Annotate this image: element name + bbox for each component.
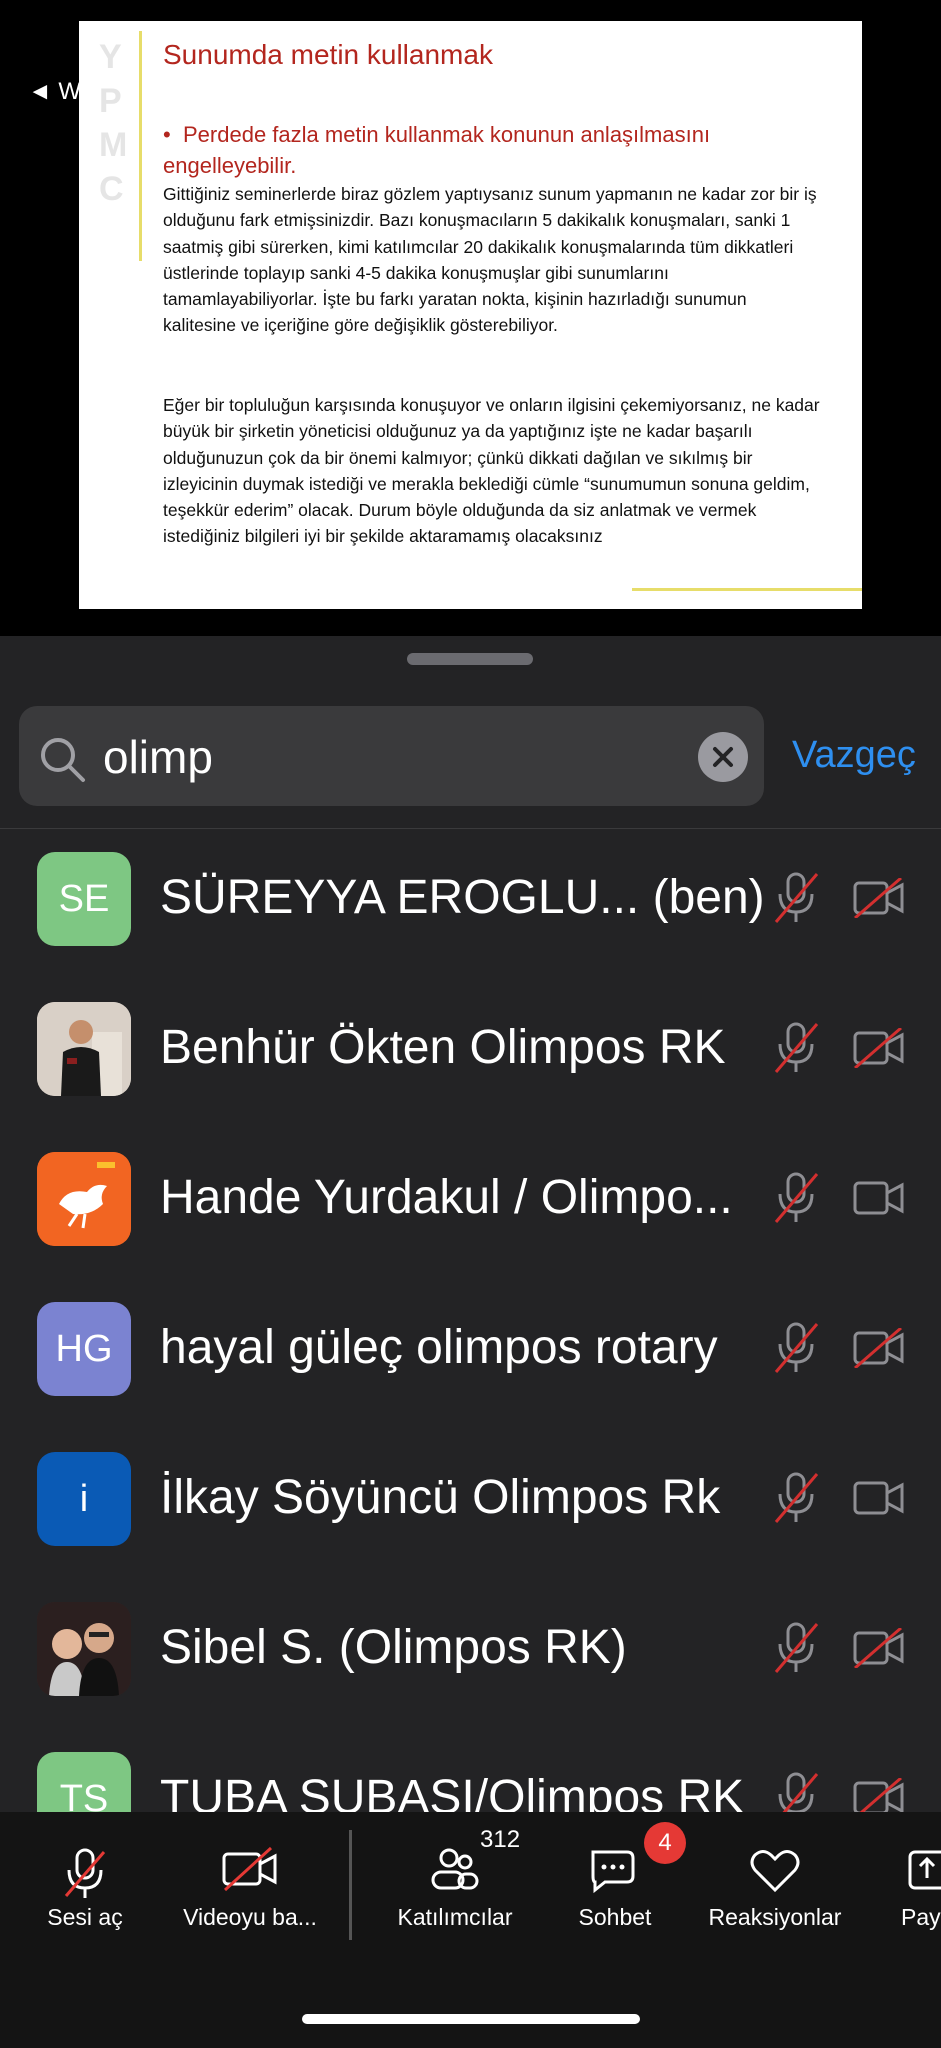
mic-muted-icon[interactable] xyxy=(773,1320,819,1376)
mic-muted-icon[interactable] xyxy=(773,1470,819,1526)
close-icon xyxy=(713,747,733,767)
video-icon[interactable] xyxy=(853,1178,905,1218)
shared-screen: Y P M C Sunumda metin kullanmak • Perdede… xyxy=(0,0,941,636)
reactions-label: Reaksiyonlar xyxy=(708,1904,842,1930)
video-off-icon[interactable] xyxy=(853,878,905,918)
heart-icon xyxy=(750,1850,800,1893)
participant-name: hayal güleç olimpos rotary xyxy=(160,1321,718,1374)
avatar-initials: SE xyxy=(58,877,110,920)
search-field[interactable] xyxy=(19,706,764,806)
slide-accent-line xyxy=(139,31,142,261)
participant-row[interactable]: HG hayal güleç olimpos rotary xyxy=(0,1280,941,1430)
divider xyxy=(0,828,941,829)
participants-panel: Vazgeç SE SÜREYYA EROGLU... (ben) Benhür… xyxy=(0,636,941,1846)
participant-name: SÜREYYA EROGLU... (ben) xyxy=(160,871,765,924)
share-button[interactable]: Pay xyxy=(895,1812,941,1952)
home-indicator xyxy=(302,2014,640,2024)
participant-row[interactable]: Benhür Ökten Olimpos RK xyxy=(0,980,941,1130)
start-video-label: Videoyu ba... xyxy=(183,1904,317,1930)
search-icon xyxy=(41,738,85,782)
start-video-button[interactable]: Videoyu ba... xyxy=(170,1812,330,1952)
chat-button[interactable]: 4 Sohbet xyxy=(555,1812,686,1952)
dove-logo xyxy=(37,1152,131,1246)
back-to-window-link[interactable]: ◄ W xyxy=(28,78,81,106)
mic-muted-icon[interactable] xyxy=(773,1620,819,1676)
share-label: Pay xyxy=(901,1904,941,1930)
video-off-icon xyxy=(222,1846,277,1892)
avatar-initials: i xyxy=(79,1477,89,1520)
participant-name: Benhür Ökten Olimpos RK xyxy=(160,1021,726,1074)
profile-photo xyxy=(37,1002,131,1096)
meeting-toolbar: Sesi aç Videoyu ba... 312 Katılımcılar 4… xyxy=(0,1812,941,2048)
toolbar-separator xyxy=(349,1830,352,1940)
slide-title: Sunumda metin kullanmak xyxy=(163,39,493,70)
chat-icon xyxy=(591,1850,635,1894)
slide-side-letters: Y P M C xyxy=(99,38,128,208)
presentation-slide: Y P M C Sunumda metin kullanmak • Perdede… xyxy=(79,21,862,609)
avatar xyxy=(37,1152,131,1246)
participant-name: Hande Yurdakul / Olimpo... xyxy=(160,1171,733,1224)
participants-button[interactable]: 312 Katılımcılar xyxy=(380,1812,530,1952)
participant-row[interactable]: SE SÜREYYA EROGLU... (ben) xyxy=(0,830,941,980)
avatar: SE xyxy=(37,852,131,946)
clear-search-button[interactable] xyxy=(698,732,748,782)
avatar-initials: HG xyxy=(55,1327,113,1370)
search-input[interactable] xyxy=(101,722,705,792)
cancel-search-button[interactable]: Vazgeç xyxy=(792,734,916,777)
unmute-button[interactable]: Sesi aç xyxy=(20,1812,150,1952)
participants-count: 312 xyxy=(480,1826,521,1853)
video-off-icon[interactable] xyxy=(853,1028,905,1068)
profile-photo xyxy=(37,1602,131,1696)
mic-muted-icon xyxy=(64,1848,106,1898)
chat-unread-badge: 4 xyxy=(644,1822,686,1864)
participant-row[interactable]: Sibel S. (Olimpos RK) xyxy=(0,1580,941,1730)
mic-muted-icon[interactable] xyxy=(773,1020,819,1076)
participant-row[interactable]: i İlkay Söyüncü Olimpos Rk xyxy=(0,1430,941,1580)
participant-name: İlkay Söyüncü Olimpos Rk xyxy=(160,1471,721,1524)
participant-name: Sibel S. (Olimpos RK) xyxy=(160,1621,627,1674)
share-icon xyxy=(908,1850,941,1890)
chat-label: Sohbet xyxy=(578,1904,652,1930)
slide-paragraph-1: Gittiğiniz seminerlerde biraz gözlem yap… xyxy=(163,184,817,336)
slide-accent-line-bottom xyxy=(632,588,862,591)
slide-bullet: • Perdede fazla metin kullanmak konunun a… xyxy=(163,122,711,178)
avatar xyxy=(37,1002,131,1096)
slide-paragraph-2: Eğer bir topluluğun karşısında konuşuyor… xyxy=(163,395,820,547)
mic-muted-icon[interactable] xyxy=(773,1170,819,1226)
video-off-icon[interactable] xyxy=(853,1328,905,1368)
reactions-button[interactable]: Reaksiyonlar xyxy=(695,1812,855,1952)
participants-label: Katılımcılar xyxy=(397,1904,513,1930)
participants-icon xyxy=(431,1848,479,1890)
avatar: HG xyxy=(37,1302,131,1396)
avatar: i xyxy=(37,1452,131,1546)
unmute-label: Sesi aç xyxy=(47,1904,123,1930)
video-icon[interactable] xyxy=(853,1478,905,1518)
video-off-icon[interactable] xyxy=(853,1628,905,1668)
sheet-grabber[interactable] xyxy=(407,653,533,665)
avatar xyxy=(37,1602,131,1696)
slide-bullet-text: Perdede fazla metin kullanmak konunun an… xyxy=(163,122,711,178)
participant-row[interactable]: Hande Yurdakul / Olimpo... xyxy=(0,1130,941,1280)
mic-muted-icon[interactable] xyxy=(773,870,819,926)
